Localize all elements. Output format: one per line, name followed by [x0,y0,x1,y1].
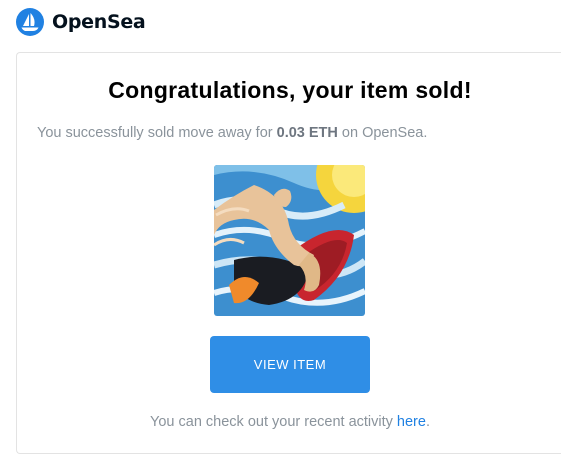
recent-activity-message: You can check out your recent activity h… [17,414,561,430]
view-item-button[interactable]: VIEW ITEM [210,336,370,393]
recent-activity-link[interactable]: here [397,414,426,430]
sailboat-icon [21,13,39,31]
item-artwork [214,165,365,316]
sold-prefix: You successfully sold move away for [37,125,273,141]
opensea-logo-icon[interactable] [16,8,44,36]
recent-period: . [425,414,430,430]
sale-price: 0.03 ETH [276,125,338,141]
sold-message: You successfully sold move away for 0.03… [37,125,427,141]
recent-text: You can check out your recent activity [150,414,393,430]
item-image[interactable] [214,165,365,316]
brand-name[interactable]: OpenSea [52,11,146,33]
header: OpenSea [16,7,146,37]
sold-suffix: on OpenSea. [341,125,428,141]
email-card: Congratulations, your item sold! You suc… [16,52,561,454]
email-title: Congratulations, your item sold! [108,77,472,103]
